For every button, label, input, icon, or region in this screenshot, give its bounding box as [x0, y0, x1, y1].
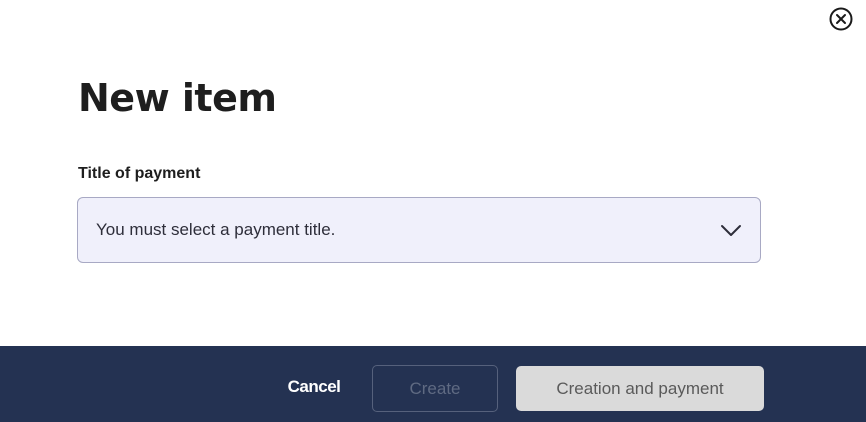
payment-title-select-value: You must select a payment title. — [96, 220, 336, 239]
new-item-dialog: New item Title of payment You must selec… — [0, 0, 866, 422]
create-button[interactable]: Create — [372, 365, 498, 412]
close-circle-icon — [828, 6, 854, 32]
create-and-pay-button[interactable]: Creation and payment — [516, 366, 764, 411]
dialog-title: New item — [78, 76, 277, 120]
cancel-button[interactable]: Cancel — [270, 366, 358, 408]
close-button[interactable] — [828, 6, 854, 32]
payment-title-select[interactable]: You must select a payment title. — [77, 197, 761, 263]
chevron-down-icon — [720, 223, 742, 237]
payment-title-label: Title of payment — [78, 165, 201, 182]
